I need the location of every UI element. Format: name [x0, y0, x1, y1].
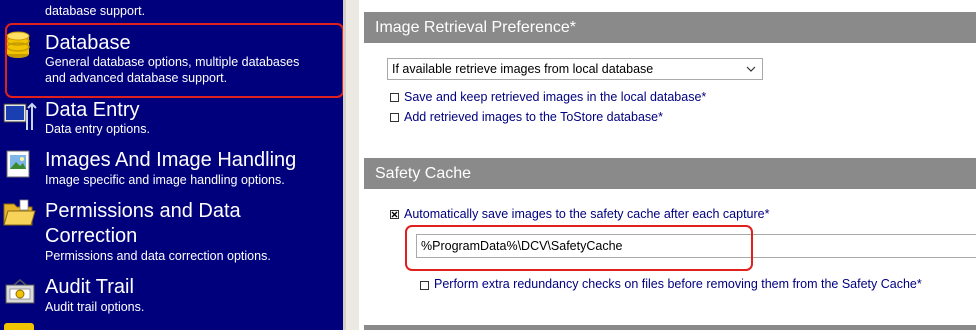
checkmark-icon — [391, 211, 398, 218]
options-panel: Image Retrieval Preference* If available… — [359, 0, 976, 330]
sidebar-item-title: Correction — [45, 225, 138, 247]
save-keep-local-checkbox[interactable] — [390, 93, 399, 102]
sidebar-item-prev-description: database support. — [45, 4, 146, 18]
sidebar-item-description: Image specific and image handling option… — [45, 173, 285, 187]
redundancy-check-checkbox[interactable] — [420, 281, 429, 290]
next-section-header — [364, 325, 976, 330]
next-item-icon — [4, 323, 34, 330]
sidebar-item-permissions[interactable]: Permissions and Data Correction Permissi… — [0, 196, 343, 268]
redundancy-check-label[interactable]: Perform extra redundancy checks on files… — [434, 277, 922, 292]
auto-save-checkbox[interactable] — [390, 210, 399, 219]
panel-splitter[interactable] — [346, 0, 359, 330]
folder-icon — [3, 199, 36, 226]
add-to-tostore-checkbox[interactable] — [390, 113, 399, 122]
sidebar-item-description: Data entry options. — [45, 122, 150, 136]
sidebar-item-title: Images And Image Handling — [45, 149, 297, 171]
sidebar-item-images[interactable]: Images And Image Handling Image specific… — [0, 146, 343, 192]
sidebar-item-title: Permissions and Data — [45, 200, 241, 222]
audit-trail-icon — [5, 279, 35, 304]
image-icon — [6, 150, 30, 178]
save-keep-local-label[interactable]: Save and keep retrieved images in the lo… — [404, 90, 706, 105]
add-to-tostore-label[interactable]: Add retrieved images to the ToStore data… — [404, 110, 663, 125]
sidebar-item-data-entry[interactable]: Data Entry Data entry options. — [0, 96, 343, 140]
path-highlight — [405, 225, 753, 271]
image-retrieval-select[interactable]: If available retrieve images from local … — [387, 58, 763, 80]
chevron-down-icon — [746, 66, 756, 72]
options-sidebar: database support. Database General datab… — [0, 0, 343, 330]
sidebar-item-description: Audit trail options. — [45, 300, 145, 314]
auto-save-label[interactable]: Automatically save images to the safety … — [404, 207, 769, 222]
monitor-icon — [3, 102, 37, 130]
sidebar-item-title: Audit Trail — [45, 276, 134, 298]
sidebar-item-audit-trail[interactable]: Audit Trail Audit trail options. — [0, 273, 343, 319]
sidebar-item-title: Data Entry — [45, 99, 140, 121]
section-header-image-retrieval: Image Retrieval Preference* — [364, 12, 976, 43]
section-header-safety-cache: Safety Cache — [364, 158, 976, 189]
select-value: If available retrieve images from local … — [392, 62, 654, 76]
selection-highlight — [5, 23, 343, 98]
sidebar-item-description: Permissions and data correction options. — [45, 249, 271, 263]
